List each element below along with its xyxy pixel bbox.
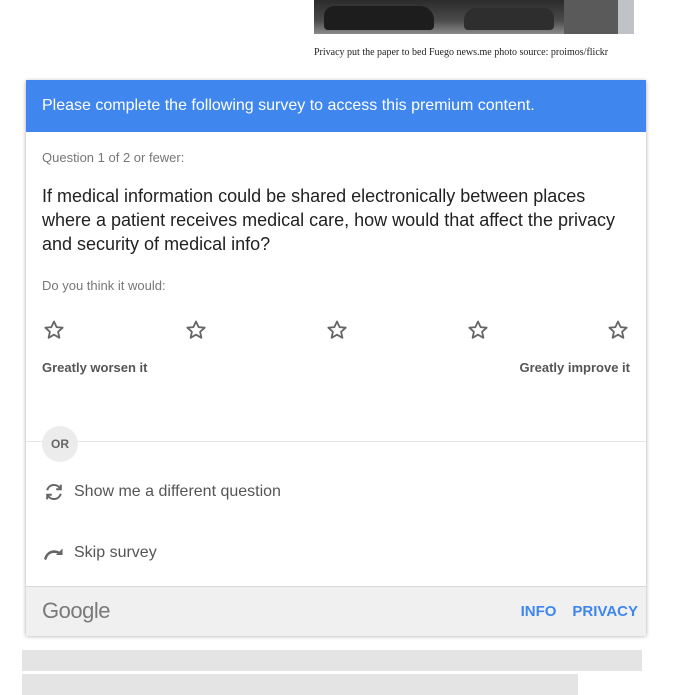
photo-people bbox=[564, 0, 624, 34]
info-link[interactable]: INFO bbox=[521, 603, 557, 620]
photo-car bbox=[324, 6, 434, 30]
different-question-button[interactable]: Show me a different question bbox=[42, 480, 281, 504]
survey-card: Please complete the following survey to … bbox=[26, 80, 646, 636]
footer-links: INFO PRIVACY bbox=[521, 603, 638, 620]
survey-footer: Google INFO PRIVACY bbox=[26, 586, 646, 636]
divider bbox=[26, 441, 646, 442]
different-question-label: Show me a different question bbox=[74, 483, 281, 500]
skip-survey-label: Skip survey bbox=[74, 544, 157, 561]
survey-header: Please complete the following survey to … bbox=[26, 80, 646, 132]
star-icon[interactable] bbox=[606, 318, 630, 342]
rating-label-low: Greatly worsen it bbox=[42, 360, 148, 375]
placeholder-bar bbox=[22, 674, 578, 695]
or-badge: OR bbox=[42, 426, 78, 462]
question-text: If medical information could be shared e… bbox=[42, 186, 615, 254]
redo-arrow-icon bbox=[42, 541, 66, 565]
star-icon[interactable] bbox=[325, 318, 349, 342]
question-prompt: Do you think it would: bbox=[42, 278, 166, 293]
privacy-link[interactable]: PRIVACY bbox=[572, 603, 638, 620]
survey-header-text: Please complete the following survey to … bbox=[42, 97, 535, 114]
refresh-icon bbox=[42, 480, 66, 504]
star-icon[interactable] bbox=[184, 318, 208, 342]
rating-label-high: Greatly improve it bbox=[519, 360, 630, 375]
photo-car bbox=[464, 8, 554, 30]
star-icon[interactable] bbox=[466, 318, 490, 342]
star-icon[interactable] bbox=[42, 318, 66, 342]
question-count: Question 1 of 2 or fewer: bbox=[42, 150, 185, 165]
google-logo: Google bbox=[42, 598, 110, 623]
photo-caption: Privacy put the paper to bed Fuego news.… bbox=[314, 47, 609, 58]
placeholder-bar bbox=[22, 650, 642, 671]
skip-survey-button[interactable]: Skip survey bbox=[42, 541, 157, 565]
article-photo bbox=[314, 0, 634, 34]
photo-wall bbox=[618, 0, 634, 34]
rating-stars bbox=[42, 318, 632, 344]
